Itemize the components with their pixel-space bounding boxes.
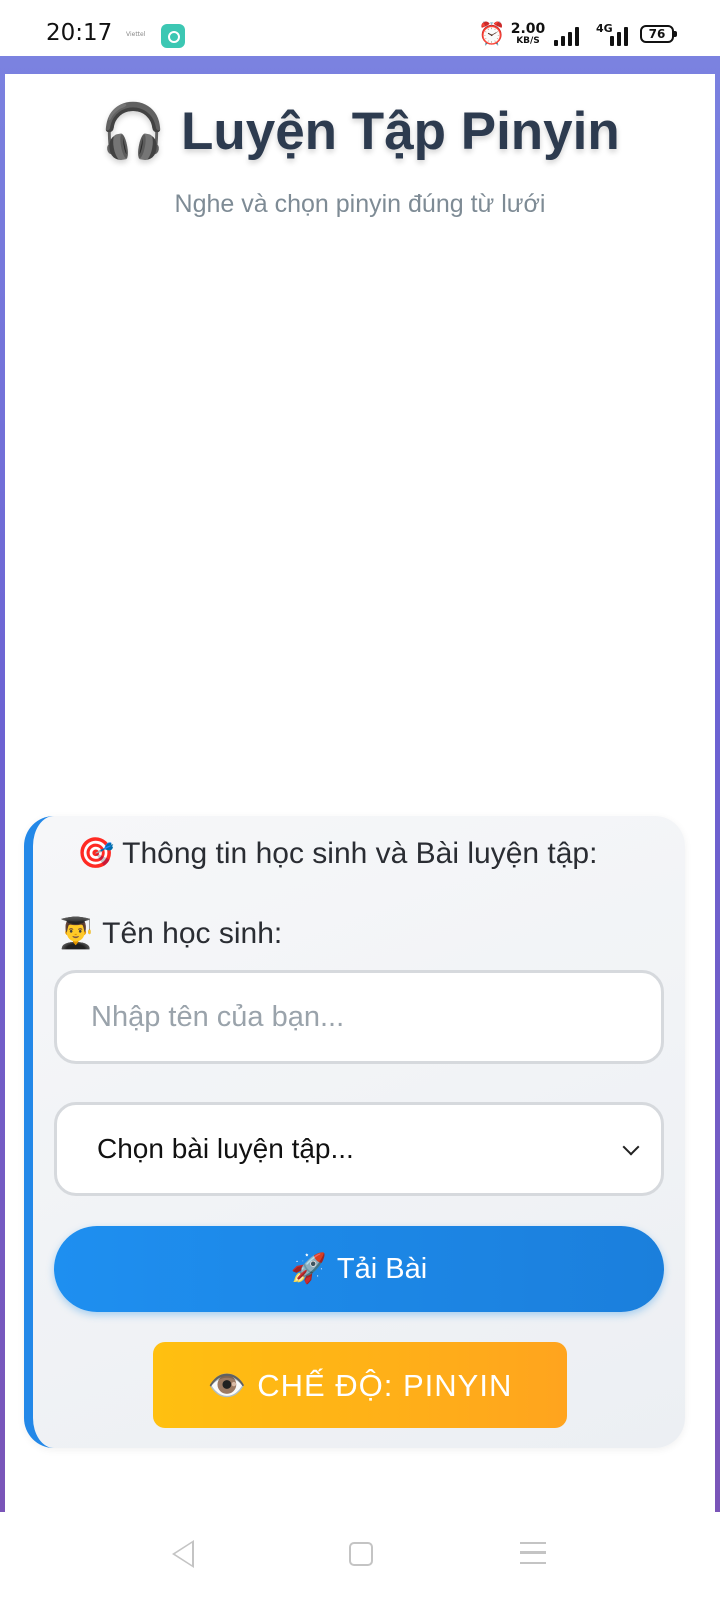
carrier-label: Viettel <box>126 31 146 38</box>
signal-icon <box>554 26 580 46</box>
status-bar: 20:17 Viettel ⏰ 2.00 KB/S 4G 76 <box>0 0 720 56</box>
status-time: 20:17 <box>46 20 113 46</box>
target-icon: 🎯 <box>77 837 115 870</box>
alarm-icon: ⏰ <box>478 22 506 47</box>
headphones-icon: 🎧 <box>100 102 167 161</box>
back-icon[interactable] <box>172 1540 194 1568</box>
chevron-down-icon <box>622 1138 640 1156</box>
mode-toggle-button-label: CHẾ ĐỘ: PINYIN <box>257 1367 513 1403</box>
menu-icon[interactable] <box>520 1542 546 1564</box>
lesson-select[interactable]: Chọn bài luyện tập... <box>54 1102 664 1196</box>
student-name-label-text: Tên học sinh: <box>102 917 283 950</box>
system-nav-bar <box>0 1512 720 1600</box>
student-name-label: 👨‍🎓 Tên học sinh: <box>57 916 282 951</box>
card-heading-text: Thông tin học sinh và Bài luyện tập: <box>122 837 598 870</box>
mode-toggle-button[interactable]: 👁️ CHẾ ĐỘ: PINYIN <box>153 1342 567 1428</box>
page-title: 🎧 Luyện Tập Pinyin <box>5 100 715 162</box>
battery-icon: 76 <box>640 25 677 43</box>
student-info-card: 🎯 Thông tin học sinh và Bài luyện tập: 👨… <box>24 816 685 1448</box>
home-icon[interactable] <box>349 1542 373 1566</box>
card-heading: 🎯 Thông tin học sinh và Bài luyện tập: <box>77 836 677 871</box>
eye-icon: 👁️ <box>207 1367 248 1403</box>
load-lesson-button[interactable]: 🚀 Tải Bài <box>54 1226 664 1312</box>
signal-4g-icon <box>598 26 628 46</box>
page-frame: 🎧 Luyện Tập Pinyin Nghe và chọn pinyin đ… <box>0 56 720 1512</box>
rocket-icon: 🚀 <box>290 1253 327 1285</box>
student-icon: 👨‍🎓 <box>57 917 95 950</box>
load-lesson-button-label: Tải Bài <box>336 1253 428 1285</box>
network-speed-value: 2.00 <box>510 21 546 37</box>
main-content: 🎧 Luyện Tập Pinyin Nghe và chọn pinyin đ… <box>5 74 715 1512</box>
lesson-select-value: Chọn bài luyện tập... <box>97 1133 354 1164</box>
page-title-text: Luyện Tập Pinyin <box>180 102 620 161</box>
network-speed-unit: KB/S <box>516 36 540 46</box>
app-notification-icon <box>161 24 185 48</box>
network-speed: 2.00 KB/S <box>510 22 546 46</box>
student-name-input[interactable] <box>54 970 664 1064</box>
page-subtitle: Nghe và chọn pinyin đúng từ lưới <box>174 190 546 218</box>
